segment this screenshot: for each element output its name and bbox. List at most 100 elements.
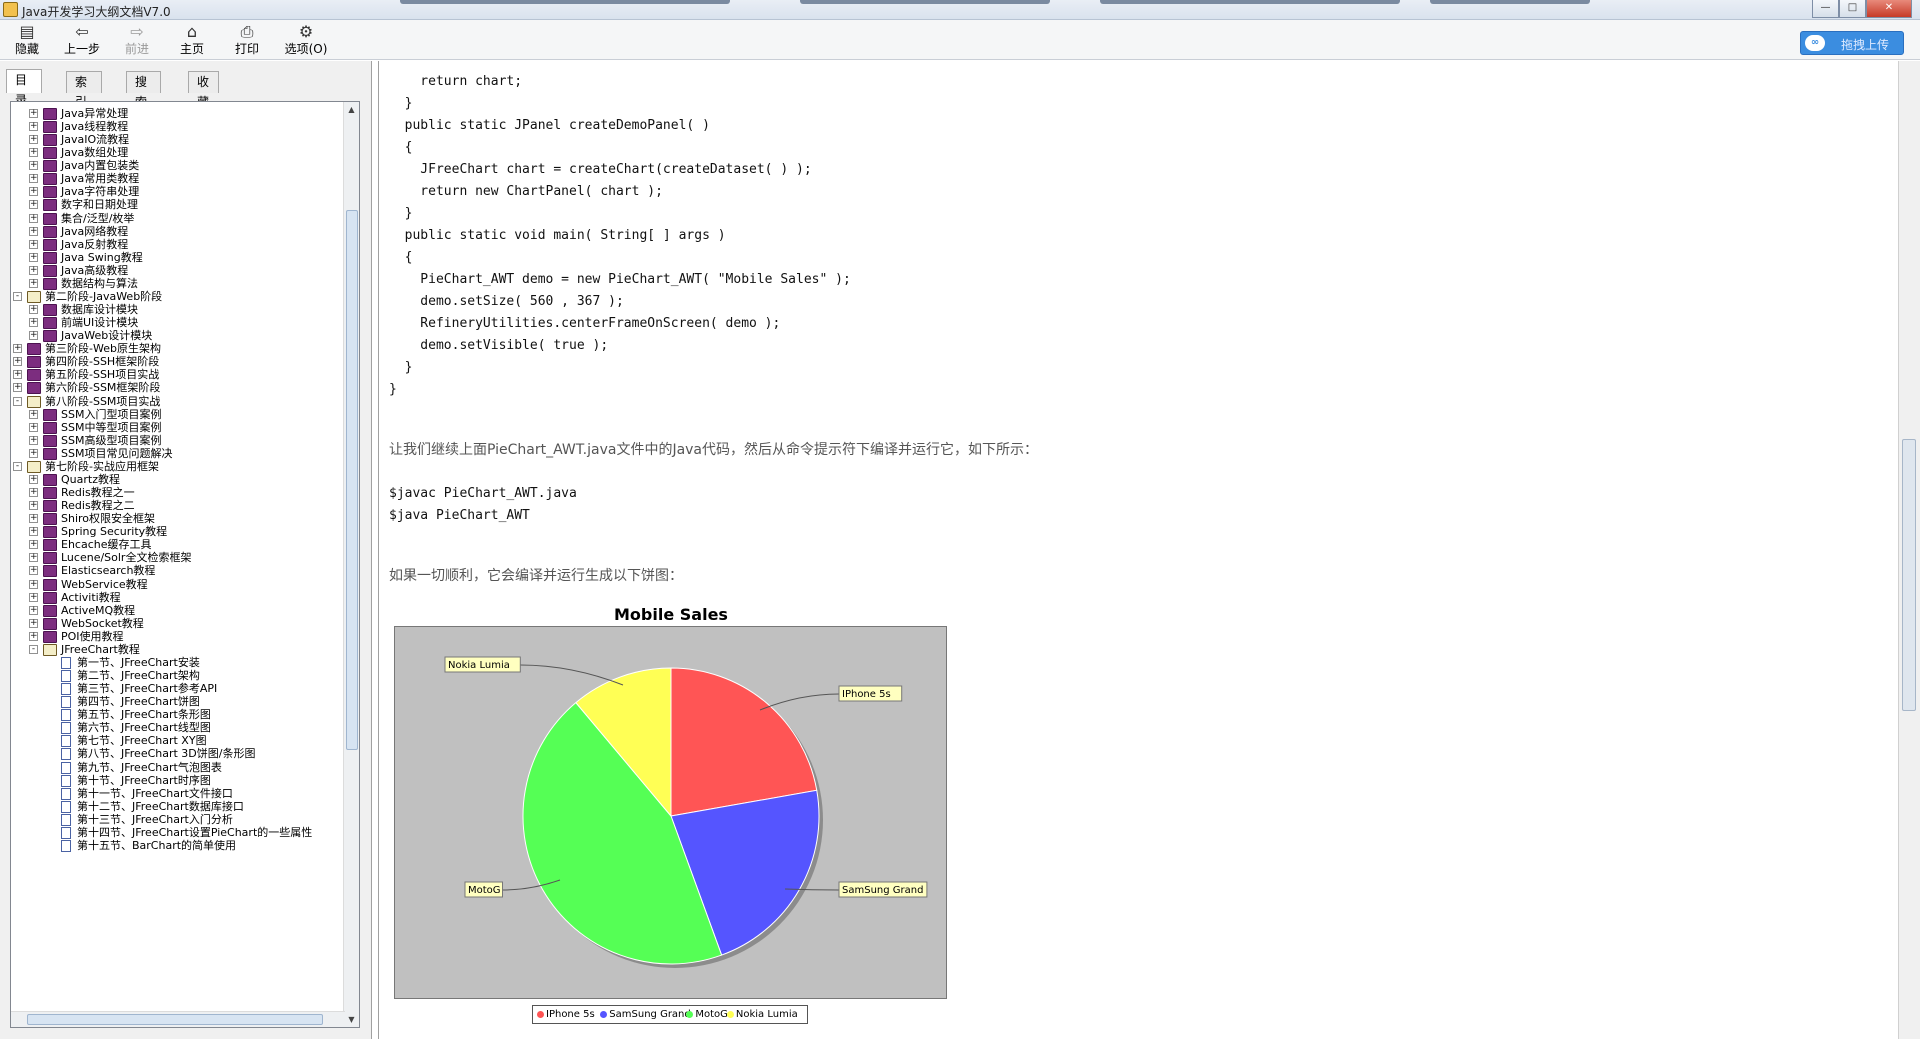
expand-icon[interactable]: +: [29, 187, 38, 197]
expand-icon[interactable]: +: [29, 448, 38, 458]
tab-index[interactable]: 索引(N): [66, 71, 103, 129]
book-icon: [43, 160, 57, 173]
book-icon: [43, 591, 57, 604]
expand-icon[interactable]: +: [29, 318, 38, 328]
expand-icon[interactable]: +: [29, 631, 38, 641]
expand-icon[interactable]: +: [29, 618, 38, 628]
scroll-up-icon[interactable]: ▲: [344, 102, 359, 117]
collapse-icon[interactable]: -: [29, 644, 38, 654]
book-icon: [43, 552, 57, 565]
back-arrow-icon: ⇦: [75, 22, 89, 41]
expand-icon[interactable]: +: [29, 592, 38, 602]
legend-label: Nokia Lumia: [735, 1009, 798, 1020]
open-book-icon: [43, 643, 57, 656]
book-icon: [43, 304, 57, 317]
document-icon: [61, 683, 71, 696]
tree-vertical-scrollbar[interactable]: ▲ ▼: [343, 102, 359, 1027]
options-icon: ⚙: [298, 22, 314, 41]
expand-icon[interactable]: +: [29, 331, 38, 341]
contents-tree[interactable]: 第十五节、BarChart的简单使用 第十四节、JFreeChart设置PieCh…: [10, 101, 360, 1028]
scroll-down-icon[interactable]: ▼: [344, 1012, 359, 1027]
book-icon: [43, 604, 57, 617]
expand-icon[interactable]: +: [29, 527, 38, 537]
legend-swatch: [686, 1011, 694, 1018]
book-icon: [27, 343, 41, 356]
document-icon: [61, 761, 71, 774]
expand-icon[interactable]: +: [29, 226, 38, 236]
expand-icon[interactable]: +: [29, 409, 38, 419]
expand-icon[interactable]: +: [29, 148, 38, 158]
expand-icon[interactable]: +: [29, 135, 38, 145]
upload-button[interactable]: ∞ 拖拽上传: [1800, 31, 1904, 55]
expand-icon[interactable]: +: [29, 579, 38, 589]
book-icon: [43, 264, 57, 277]
collapse-icon[interactable]: -: [13, 291, 22, 301]
expand-icon[interactable]: +: [29, 213, 38, 223]
book-icon: [43, 408, 57, 421]
expand-icon[interactable]: +: [29, 122, 38, 132]
tree-horizontal-scrollbar[interactable]: [11, 1011, 345, 1027]
expand-icon[interactable]: +: [29, 435, 38, 445]
collapse-icon[interactable]: -: [13, 396, 22, 406]
expand-icon[interactable]: +: [29, 488, 38, 498]
slice-label: IPhone 5s: [842, 689, 891, 700]
book-icon: [43, 539, 57, 552]
maximize-button[interactable]: □: [1839, 0, 1866, 18]
code-line: demo.setSize( 560 , 367 );: [389, 294, 624, 309]
expand-icon[interactable]: +: [29, 305, 38, 315]
expand-icon[interactable]: +: [13, 383, 22, 393]
document-icon: [61, 826, 71, 839]
book-icon: [43, 173, 57, 186]
minimize-button[interactable]: —: [1812, 0, 1839, 18]
expand-icon[interactable]: +: [13, 370, 22, 380]
paragraph: 如果一切顺利，它会编译并运行生成以下饼图：: [389, 568, 683, 584]
expand-icon[interactable]: +: [29, 474, 38, 484]
title-decoration: [400, 0, 730, 4]
content-vertical-scrollbar[interactable]: [1898, 61, 1920, 1039]
scroll-thumb[interactable]: [27, 1014, 323, 1025]
scroll-thumb[interactable]: [346, 210, 358, 750]
hide-button[interactable]: ▤ 隐藏: [2, 22, 52, 58]
expand-icon[interactable]: +: [29, 605, 38, 615]
expand-icon[interactable]: +: [29, 200, 38, 210]
expand-icon[interactable]: +: [29, 514, 38, 524]
expand-icon[interactable]: +: [29, 278, 38, 288]
expand-icon[interactable]: +: [29, 174, 38, 184]
collapse-icon[interactable]: -: [13, 461, 22, 471]
tab-search[interactable]: 搜索(S): [126, 71, 161, 129]
expand-icon[interactable]: +: [29, 265, 38, 275]
code-line: public static JPanel createDemoPanel( ): [389, 118, 710, 133]
scroll-thumb[interactable]: [1902, 439, 1916, 711]
book-icon: [27, 382, 41, 395]
slice-label: MotoG: [468, 885, 501, 896]
book-icon: [43, 238, 57, 251]
print-button[interactable]: ⎙ 打印: [222, 22, 272, 58]
close-button[interactable]: ✕: [1866, 0, 1912, 18]
back-button[interactable]: ⇦ 上一步: [57, 22, 107, 58]
chart-title: Mobile Sales: [614, 605, 728, 624]
home-button[interactable]: ⌂ 主页: [167, 22, 217, 58]
expand-icon[interactable]: +: [29, 239, 38, 249]
forward-button[interactable]: ⇨ 前进: [112, 22, 162, 58]
hide-icon: ▤: [19, 22, 35, 41]
expand-icon[interactable]: +: [13, 357, 22, 367]
document-icon: [61, 670, 71, 682]
expand-icon[interactable]: +: [29, 566, 38, 576]
document-icon: [61, 839, 71, 852]
pie-chart: IPhone 5s SamSung Grand MotoG Nokia Lumia: [444, 656, 928, 968]
expand-icon[interactable]: +: [29, 501, 38, 511]
expand-icon[interactable]: +: [29, 109, 38, 118]
title-decoration: [800, 0, 1050, 4]
options-button[interactable]: ⚙ 选项(O): [277, 22, 335, 58]
expand-icon[interactable]: +: [29, 252, 38, 262]
expand-icon[interactable]: +: [29, 540, 38, 550]
tab-favorites[interactable]: 收藏夹(I): [188, 71, 219, 149]
code-line: RefineryUtilities.centerFrameOnScreen( d…: [389, 316, 781, 331]
expand-icon[interactable]: +: [13, 344, 22, 354]
tab-contents[interactable]: 目录(C): [6, 69, 42, 127]
expand-icon[interactable]: +: [29, 553, 38, 563]
open-book-icon: [27, 290, 41, 303]
expand-icon[interactable]: +: [29, 422, 38, 432]
expand-icon[interactable]: +: [29, 161, 38, 171]
document-icon: [61, 656, 71, 669]
